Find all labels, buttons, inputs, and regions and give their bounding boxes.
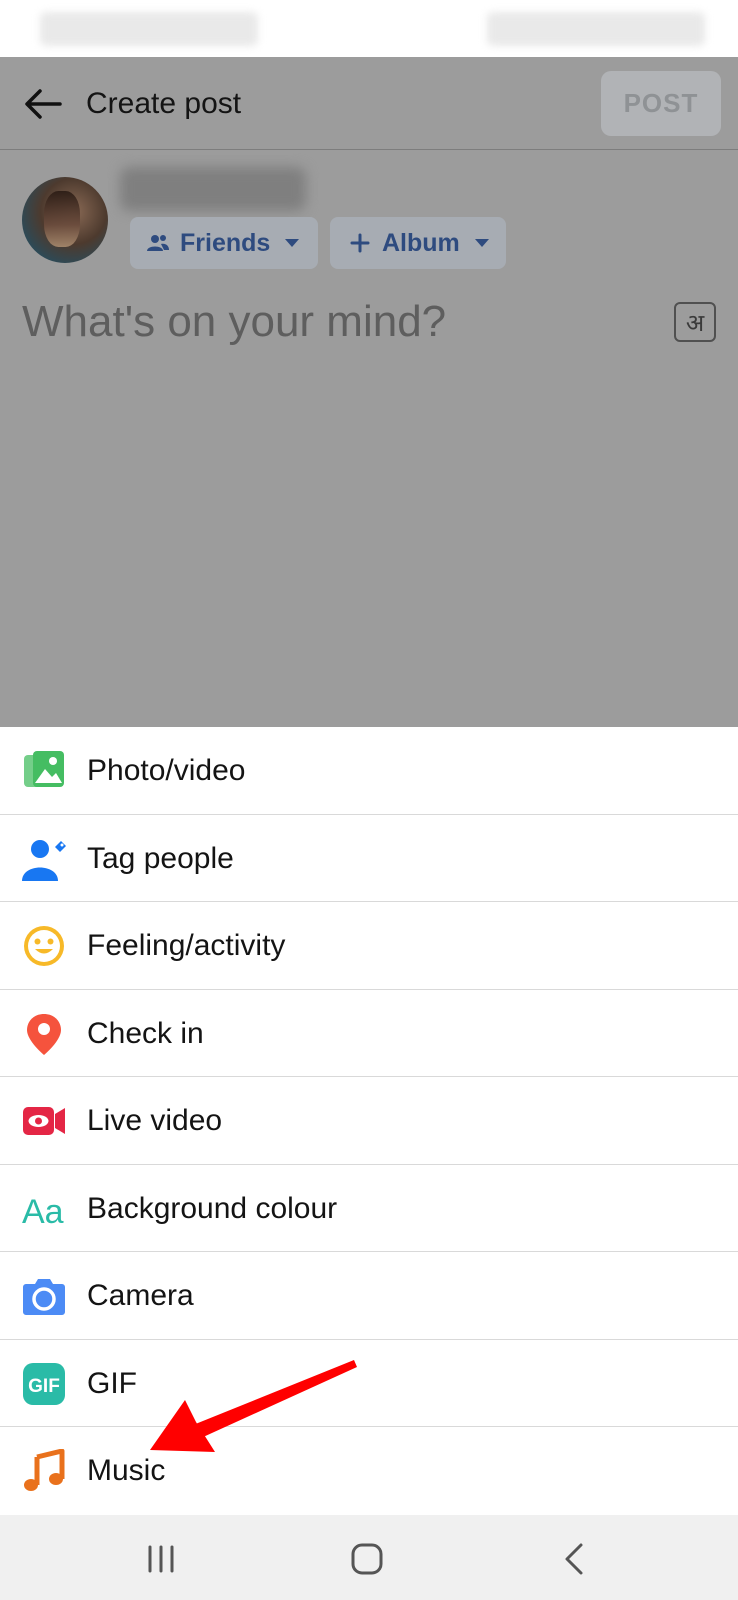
composer-area: Create post POST Friends Album What's on… — [0, 57, 738, 727]
option-label: Check in — [87, 1016, 204, 1050]
post-button[interactable]: POST — [601, 71, 721, 136]
album-label: Album — [382, 228, 460, 257]
status-bar — [0, 0, 738, 57]
avatar[interactable] — [22, 177, 108, 263]
option-label: Feeling/activity — [87, 929, 286, 962]
option-label: GIF — [87, 1366, 137, 1400]
user-name-blurred — [120, 167, 306, 211]
back-nav-icon[interactable] — [555, 1539, 595, 1579]
app-bar: Create post POST — [0, 57, 738, 150]
friends-icon — [147, 235, 169, 251]
status-left-blurred — [40, 12, 258, 46]
post-text-input[interactable]: What's on your mind? — [22, 297, 446, 347]
option-label: Music — [87, 1454, 166, 1487]
system-nav-bar — [0, 1515, 738, 1600]
option-photo-video[interactable]: Photo/video — [0, 727, 738, 815]
option-feeling-activity[interactable]: Feeling/activity — [0, 902, 738, 990]
option-tag-people[interactable]: Tag people — [0, 815, 738, 902]
post-options-list: Photo/video Tag people Feeling/activity … — [0, 727, 738, 1515]
language-icon[interactable]: अ — [674, 302, 716, 342]
music-icon — [24, 1449, 65, 1491]
feeling-icon — [24, 926, 64, 966]
option-check-in[interactable]: Check in — [0, 990, 738, 1077]
check-in-icon — [27, 1013, 61, 1055]
option-label: Photo/video — [87, 754, 246, 787]
svg-text:GIF: GIF — [28, 1376, 60, 1397]
album-button[interactable]: Album — [330, 217, 506, 269]
chevron-down-icon — [285, 239, 300, 247]
chevron-down-icon — [474, 239, 489, 247]
option-camera[interactable]: Camera — [0, 1252, 738, 1340]
option-background-colour[interactable]: Aa Background colour — [0, 1165, 738, 1252]
option-live-video[interactable]: Live video — [0, 1077, 738, 1165]
gif-icon: GIF — [23, 1362, 65, 1405]
option-label: Live video — [87, 1104, 223, 1137]
audience-friends-button[interactable]: Friends — [130, 217, 318, 269]
home-icon[interactable] — [347, 1539, 387, 1579]
friends-label: Friends — [180, 228, 271, 257]
back-arrow-icon[interactable] — [22, 83, 64, 125]
photo-video-icon — [24, 751, 64, 787]
live-video-icon — [23, 1107, 65, 1135]
svg-text:Aa: Aa — [22, 1193, 64, 1231]
option-label: Tag people — [87, 841, 234, 875]
page-title: Create post — [86, 87, 242, 120]
camera-icon — [23, 1279, 65, 1315]
option-label: Background colour — [87, 1191, 338, 1225]
plus-icon — [350, 233, 370, 253]
option-label: Camera — [87, 1279, 194, 1312]
status-right-blurred — [487, 12, 705, 46]
tag-people-icon — [22, 839, 66, 881]
background-colour-icon: Aa — [22, 1193, 64, 1231]
option-gif[interactable]: GIF GIF — [0, 1340, 738, 1427]
recents-icon[interactable] — [141, 1539, 181, 1579]
option-music[interactable]: Music — [0, 1427, 738, 1515]
